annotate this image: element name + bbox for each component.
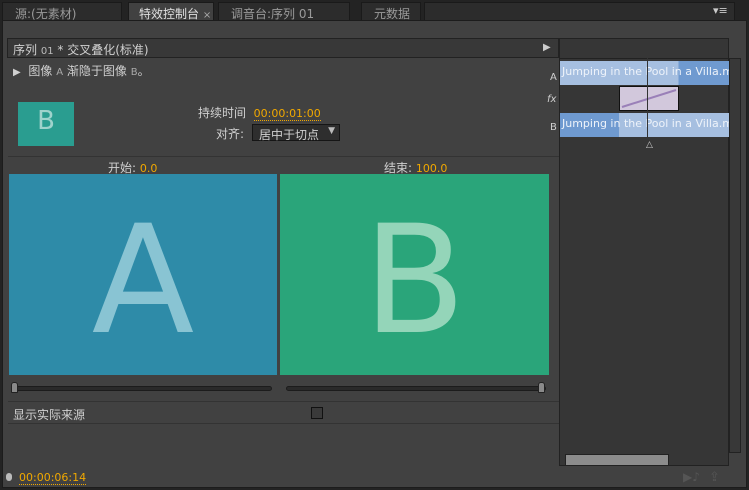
desc-b: B (130, 67, 138, 78)
align-dropdown[interactable]: 居中于切点 ▼ (252, 124, 340, 142)
tab-label: 元数据 (374, 7, 411, 21)
cut-point-icon: △ (646, 140, 653, 150)
panel-menu-icon[interactable]: ▾≡ (713, 4, 728, 17)
clip-a[interactable]: Jumping in the Pool in a Villa.mp4 (560, 61, 729, 85)
play-transition-icon[interactable]: ▶ (543, 42, 551, 53)
expand-icon[interactable]: ▶ (13, 67, 21, 78)
tab-metadata[interactable]: 元数据 (361, 2, 421, 21)
align-label: 对齐: (216, 127, 245, 141)
audio-play-icon[interactable]: ▶♪ (683, 470, 700, 484)
preview-b: B (280, 174, 549, 375)
start-slider[interactable] (12, 386, 272, 391)
playhead[interactable] (647, 58, 648, 138)
thumb-letter: B (37, 106, 55, 136)
end-slider[interactable] (286, 386, 546, 391)
end-slider-thumb[interactable] (538, 382, 545, 393)
transition-thumbnail: B (18, 102, 74, 146)
sequence-label: 序列 (13, 43, 38, 57)
tab-label: 特效控制台 (139, 7, 200, 21)
desc-a: A (56, 67, 64, 78)
duration-value[interactable]: 00:00:01:00 (253, 107, 321, 121)
export-icon[interactable]: ⇪ (709, 470, 720, 485)
preview-a: A (9, 174, 277, 375)
tab-label: 调音台:序列 01 (231, 7, 315, 21)
vertical-scrollbar[interactable] (729, 58, 741, 453)
tab-label: 源:(无素材) (15, 7, 77, 21)
show-source-label: 显示实际来源 (13, 408, 86, 422)
chevron-down-icon: ▼ (328, 126, 335, 136)
start-slider-thumb[interactable] (11, 382, 18, 393)
tab-effect-controls[interactable]: 特效控制台 × (128, 2, 214, 21)
clip-b-name: Jumping in the Pool in a Villa.mp4 (562, 117, 729, 130)
transition-name: * 交叉叠化(标准) (57, 43, 149, 57)
tab-audio-mixer[interactable]: 调音台:序列 01 (218, 2, 350, 21)
effect-description: ▶ 图像 A 渐隐于图像 B。 (13, 62, 150, 79)
current-timecode[interactable]: 00:00:06:14 (19, 471, 87, 485)
sequence-header: 序列 01 * 交叉叠化(标准) (7, 38, 559, 58)
horizontal-scrollbar-thumb[interactable] (565, 454, 669, 466)
sequence-number: 01 (40, 46, 54, 57)
duration-label: 持续时间 (198, 106, 247, 120)
timecode-icon (6, 473, 12, 481)
end-label: 结束: (384, 161, 413, 175)
clip-b[interactable]: Jumping in the Pool in a Villa.mp4 (560, 113, 729, 137)
preview-b-letter: B (363, 194, 466, 368)
tab-source[interactable]: 源:(无素材) (2, 2, 122, 21)
align-value: 居中于切点 (259, 128, 320, 142)
desc-text: 图像 (28, 64, 53, 78)
track-a-label: A (550, 72, 557, 83)
preview-a-letter: A (91, 194, 195, 368)
show-source-checkbox[interactable] (311, 407, 323, 419)
desc-text: 渐隐于图像 (66, 64, 127, 78)
transition-block[interactable] (619, 86, 679, 111)
duration-row: 持续时间 00:00:01:00 (198, 104, 321, 121)
desc-suffix: 。 (137, 64, 150, 78)
track-b-label: B (550, 122, 557, 133)
clip-a-name: Jumping in the Pool in a Villa.mp4 (562, 65, 729, 78)
start-label: 开始: (108, 161, 137, 175)
fx-icon: fx (547, 94, 557, 105)
